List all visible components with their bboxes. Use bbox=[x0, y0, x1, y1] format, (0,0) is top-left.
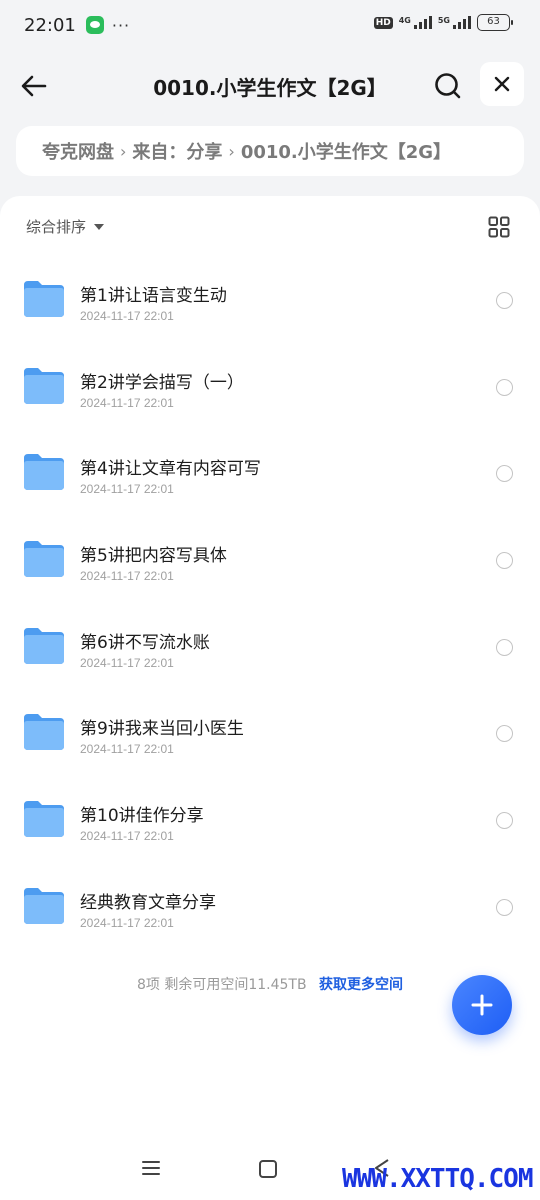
folder-icon bbox=[24, 454, 64, 491]
breadcrumb-item-root[interactable]: 夸克网盘 bbox=[42, 138, 114, 164]
sort-label: 综合排序 bbox=[26, 218, 87, 236]
breadcrumb: 夸克网盘 › 来自：分享 › 0010.小学生作文【2G】 bbox=[16, 126, 524, 176]
add-button[interactable] bbox=[452, 975, 512, 1035]
file-row[interactable]: 第6讲不写流水账 2024-11-17 22:01 bbox=[0, 593, 540, 680]
file-name: 第5讲把内容写具体 bbox=[80, 546, 227, 567]
folder-icon bbox=[24, 281, 64, 317]
file-date: 2024-11-17 22:01 bbox=[80, 655, 174, 670]
file-date: 2024-11-17 22:01 bbox=[80, 915, 174, 930]
home-icon[interactable] bbox=[259, 1160, 277, 1178]
file-list: 第1讲让语言变生动 2024-11-17 22:01 第2讲学会描写（一） 2024-… bbox=[0, 246, 540, 940]
plus-icon bbox=[471, 994, 493, 1016]
storage-summary: 8项 剩余可用空间11.45TB bbox=[136, 977, 307, 993]
file-name: 第10讲佳作分享 bbox=[80, 806, 204, 827]
breadcrumb-item-current: 0010.小学生作文【2G】 bbox=[240, 142, 452, 163]
file-name: 第4讲让文章有内容可写 bbox=[80, 459, 261, 480]
grid-view-button[interactable] bbox=[488, 216, 510, 238]
status-indicators: HD 4G 5G 63 bbox=[373, 14, 513, 31]
file-date: 2024-11-17 22:01 bbox=[80, 395, 174, 410]
folder-icon bbox=[24, 714, 64, 751]
select-checkbox[interactable] bbox=[496, 638, 513, 656]
close-icon bbox=[494, 76, 510, 92]
file-name: 第1讲让语言变生动 bbox=[80, 286, 227, 306]
file-date: 2024-11-17 22:01 bbox=[80, 569, 174, 584]
file-row[interactable]: 经典教育文章分享 2024-11-17 22:01 bbox=[0, 853, 540, 940]
file-date: 2024-11-17 22:01 bbox=[80, 829, 174, 844]
status-time: 22:01 bbox=[24, 14, 76, 36]
file-row[interactable]: 第1讲让语言变生动 2024-11-17 22:01 bbox=[0, 246, 540, 333]
top-nav: 0010.小学生作文【2G】 bbox=[0, 58, 540, 114]
select-checkbox[interactable] bbox=[496, 465, 513, 483]
menu-icon[interactable] bbox=[142, 1160, 160, 1176]
folder-icon bbox=[24, 367, 64, 404]
file-row[interactable]: 第2讲学会描写（一） 2024-11-17 22:01 bbox=[0, 333, 540, 420]
breadcrumb-item-share[interactable]: 来自：分享 bbox=[132, 138, 222, 164]
select-checkbox[interactable] bbox=[496, 725, 513, 743]
select-checkbox[interactable] bbox=[496, 898, 513, 916]
file-row[interactable]: 第4讲让文章有内容可写 2024-11-17 22:01 bbox=[0, 419, 540, 506]
watermark: WWW.XXTTQ.COM bbox=[342, 1164, 533, 1194]
grid-icon bbox=[488, 216, 510, 238]
status-bar: 22:01 ··· HD 4G 5G 63 bbox=[0, 0, 540, 50]
folder-icon bbox=[24, 801, 64, 838]
file-name: 经典教育文章分享 bbox=[80, 892, 216, 913]
signal-4g-icon: 4G bbox=[399, 16, 432, 29]
signal-5g-icon: 5G bbox=[438, 16, 471, 29]
folder-icon bbox=[24, 887, 64, 924]
caret-down-icon bbox=[94, 223, 105, 230]
sort-dropdown[interactable]: 综合排序 bbox=[26, 216, 105, 237]
file-name: 第6讲不写流水账 bbox=[80, 632, 210, 653]
file-date: 2024-11-17 22:01 bbox=[80, 482, 174, 497]
wechat-icon bbox=[85, 16, 104, 34]
select-checkbox[interactable] bbox=[496, 292, 513, 309]
folder-icon bbox=[24, 541, 64, 578]
select-checkbox[interactable] bbox=[496, 812, 513, 830]
hd-badge: HD bbox=[373, 16, 393, 29]
file-panel: 综合排序 第1讲让语言变生动 2024-11-17 22:01 第2讲学会描写（一）… bbox=[0, 196, 540, 1200]
close-button[interactable] bbox=[480, 62, 524, 106]
search-button[interactable] bbox=[428, 66, 468, 106]
file-name: 第9讲我来当回小医生 bbox=[80, 719, 244, 740]
get-more-space-link[interactable]: 获取更多空间 bbox=[319, 977, 403, 993]
search-icon bbox=[435, 73, 461, 99]
file-date: 2024-11-17 22:01 bbox=[80, 742, 174, 757]
file-date: 2024-11-17 22:01 bbox=[80, 309, 174, 323]
file-row[interactable]: 第9讲我来当回小医生 2024-11-17 22:01 bbox=[0, 679, 540, 766]
folder-icon bbox=[24, 627, 64, 664]
breadcrumb-separator: › bbox=[228, 141, 235, 161]
more-notifications-icon: ··· bbox=[111, 15, 131, 35]
select-checkbox[interactable] bbox=[496, 378, 513, 396]
file-name: 第2讲学会描写（一） bbox=[80, 372, 244, 393]
select-checkbox[interactable] bbox=[496, 552, 513, 570]
file-row[interactable]: 第5讲把内容写具体 2024-11-17 22:01 bbox=[0, 506, 540, 593]
file-row[interactable]: 第10讲佳作分享 2024-11-17 22:01 bbox=[0, 766, 540, 853]
breadcrumb-separator: › bbox=[120, 141, 127, 161]
battery-icon: 63 bbox=[477, 14, 513, 31]
